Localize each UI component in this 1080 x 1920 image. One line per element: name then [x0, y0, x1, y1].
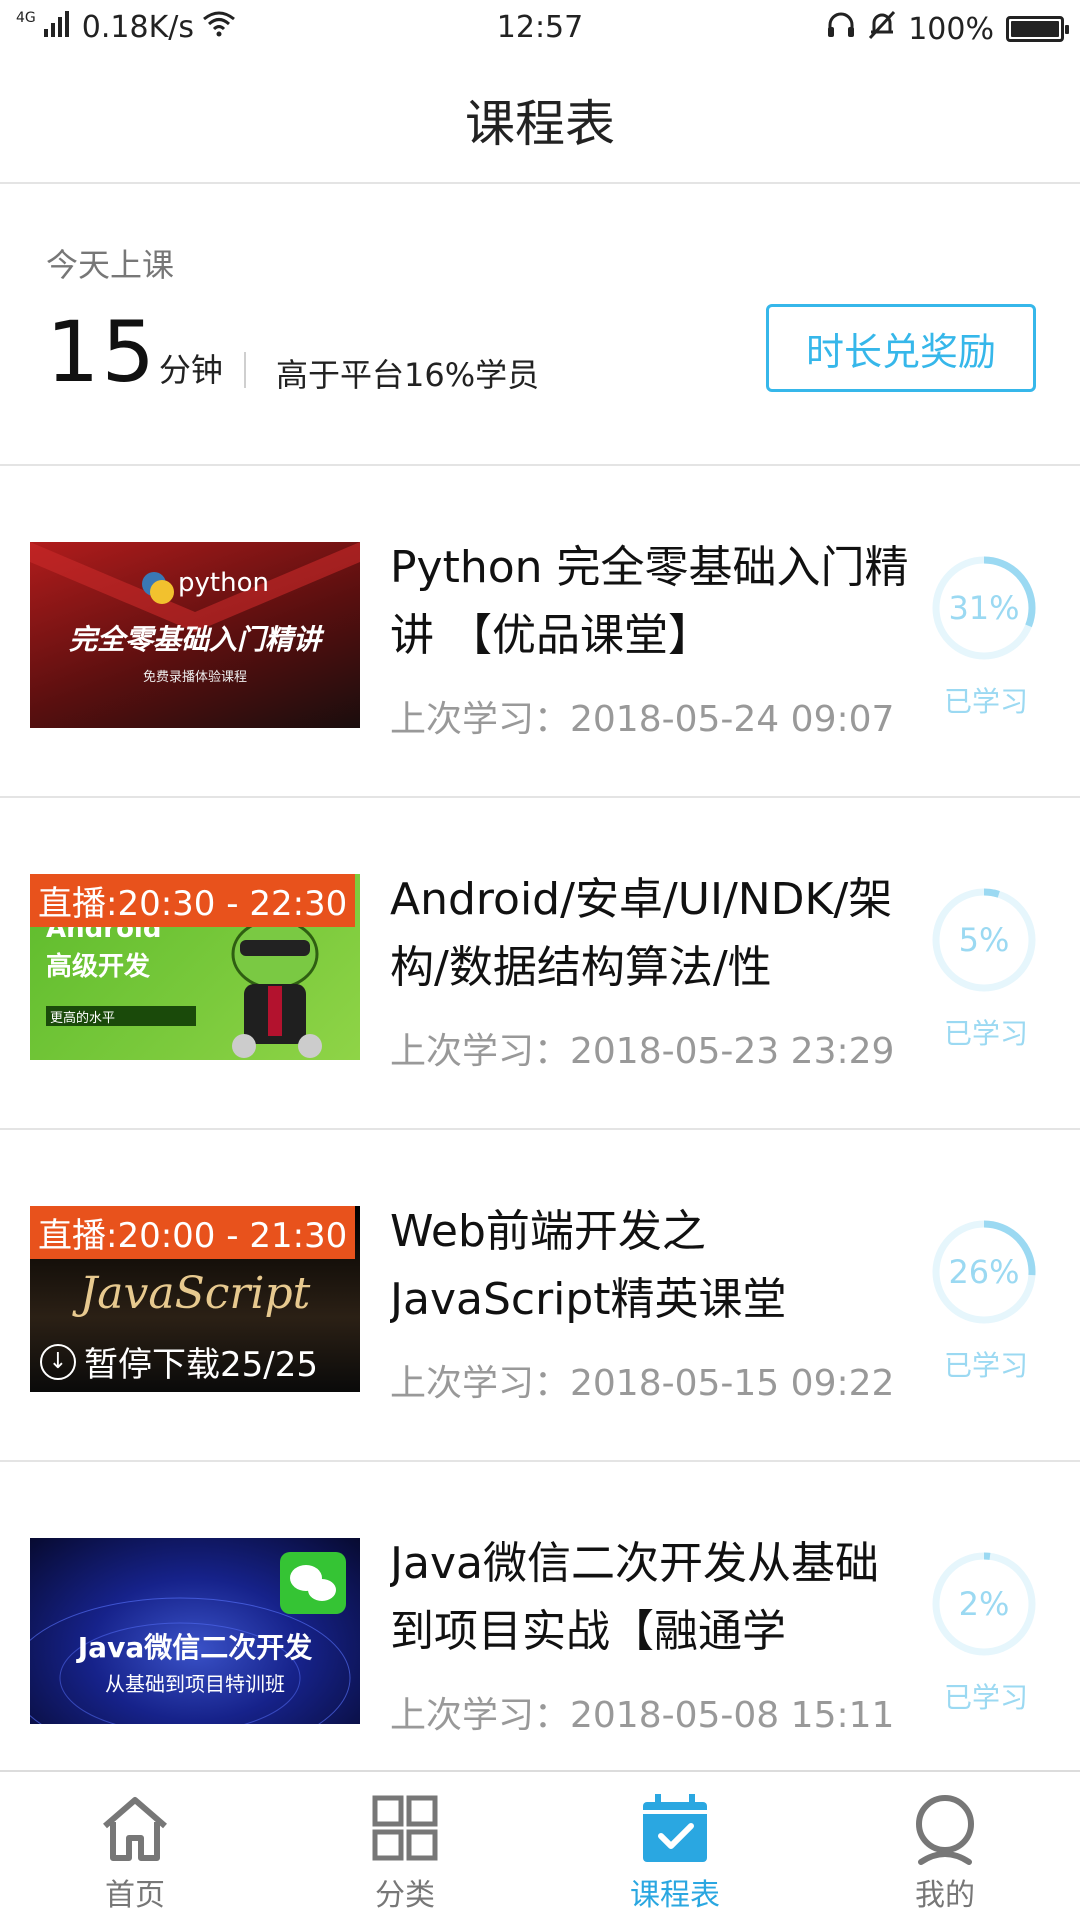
minutes-unit: 分钟 — [158, 351, 223, 389]
reward-exchange-button[interactable]: 时长兑奖励 — [766, 304, 1036, 392]
tab-category[interactable]: 分类 — [270, 1772, 540, 1920]
today-summary: 今天上课 15 分钟 高于平台16%学员 时长兑奖励 — [0, 186, 1080, 466]
download-text: 暂停下载25/25 — [84, 1345, 318, 1385]
tab-label: 分类 — [375, 1878, 435, 1913]
thumb-sub: 更高的水平 — [50, 1011, 116, 1026]
progress-ring: 31% — [930, 554, 1038, 662]
course-title: Web前端开发之JavaScript精英课堂 — [390, 1206, 787, 1325]
user-icon — [916, 1795, 974, 1865]
thumb-sub: 从基础到项目特训班 — [105, 1672, 285, 1696]
course-thumbnail: Java微信二次开发 从基础到项目特训班 — [30, 1538, 360, 1724]
progress-percent: 2% — [958, 1585, 1010, 1623]
course-item-java-wechat[interactable]: Java微信二次开发 从基础到项目特训班 Java微信二次开发从基础到项目实战【… — [0, 1464, 1080, 1770]
course-title: Android/安卓/UI/NDK/架构/数据结构算法/性 — [390, 874, 893, 993]
download-icon: ↓ — [40, 1343, 76, 1380]
bottom-tab-bar: 首页 分类 课程表 我的 — [0, 1770, 1080, 1920]
learned-label: 已学习 — [943, 1681, 1028, 1714]
battery-fill — [1011, 21, 1059, 37]
live-badge: 直播:20:00 - 21:30 — [30, 1206, 356, 1259]
progress-ring: 2% — [930, 1550, 1038, 1658]
progress-percent: 5% — [958, 921, 1010, 959]
download-status[interactable]: ↓ 暂停下载25/25 — [40, 1337, 318, 1386]
bell-off-icon — [868, 10, 896, 48]
tab-schedule[interactable]: 课程表 — [540, 1772, 810, 1920]
thumb-headline: 完全零基础入门精讲 — [68, 623, 321, 656]
course-item-javascript[interactable]: JavaScript 直播:20:00 - 21:30 ↓ 暂停下载25/25 … — [0, 1132, 1080, 1462]
headset-icon — [826, 11, 856, 47]
vertical-divider — [244, 352, 246, 388]
learned-label: 已学习 — [943, 685, 1028, 718]
calendar-check-icon — [643, 1794, 707, 1862]
thumb-brand: JavaScript — [79, 1268, 311, 1319]
study-minutes: 15 分钟 — [46, 310, 223, 394]
page-title: 课程表 — [465, 95, 615, 153]
course-thumbnail: Android 高级开发 更高的水平 直播:20:30 - 22:30 — [30, 874, 360, 1060]
last-study-time: 上次学习：2018-05-15 09:22 — [390, 1363, 895, 1404]
progress-percent: 31% — [948, 589, 1020, 627]
tab-mine[interactable]: 我的 — [810, 1772, 1080, 1920]
tab-home[interactable]: 首页 — [0, 1772, 270, 1920]
grid-icon — [372, 1795, 438, 1861]
course-thumbnail: python 完全零基础入门精讲 免费录播体验课程 — [30, 542, 360, 728]
course-thumbnail: JavaScript 直播:20:00 - 21:30 ↓ 暂停下载25/25 — [30, 1206, 360, 1392]
thumb-headline: Java微信二次开发 — [77, 1631, 313, 1664]
last-study-time: 上次学习：2018-05-24 09:07 — [390, 699, 895, 740]
tab-label: 我的 — [915, 1878, 975, 1913]
status-bar: 4G 0.18K/s 12:57 100% — [0, 0, 1080, 58]
page-header: 课程表 — [0, 58, 1080, 184]
course-item-android[interactable]: Android 高级开发 更高的水平 直播:20:30 - 22:30 Andr… — [0, 800, 1080, 1130]
progress-percent: 26% — [948, 1253, 1020, 1291]
learned-label: 已学习 — [943, 1349, 1028, 1382]
course-title: Python 完全零基础入门精讲 【优品课堂】 — [390, 542, 909, 661]
tab-label: 课程表 — [630, 1878, 720, 1913]
learned-label: 已学习 — [943, 1017, 1028, 1050]
thumb-brand: python — [178, 568, 269, 598]
battery-percent: 100% — [908, 11, 994, 47]
course-item-python[interactable]: python 完全零基础入门精讲 免费录播体验课程 Python 完全零基础入门… — [0, 468, 1080, 798]
platform-compare: 高于平台16%学员 — [276, 356, 540, 394]
minutes-value: 15 — [46, 303, 157, 401]
status-right: 100% — [826, 10, 1069, 48]
progress-ring: 5% — [930, 886, 1038, 994]
home-icon — [103, 1797, 167, 1861]
battery-icon — [1006, 16, 1069, 42]
last-study-time: 上次学习：2018-05-23 23:29 — [390, 1031, 895, 1072]
thumb-headline: 高级开发 — [46, 952, 151, 982]
last-study-time: 上次学习：2018-05-08 15:11 — [390, 1695, 895, 1736]
thumb-sub: 免费录播体验课程 — [142, 670, 247, 685]
course-title: Java微信二次开发从基础到项目实战【融通学 — [390, 1538, 879, 1657]
tab-label: 首页 — [105, 1878, 165, 1913]
today-label: 今天上课 — [46, 246, 175, 284]
progress-ring: 26% — [930, 1218, 1038, 1326]
live-badge: 直播:20:30 - 22:30 — [30, 874, 356, 927]
